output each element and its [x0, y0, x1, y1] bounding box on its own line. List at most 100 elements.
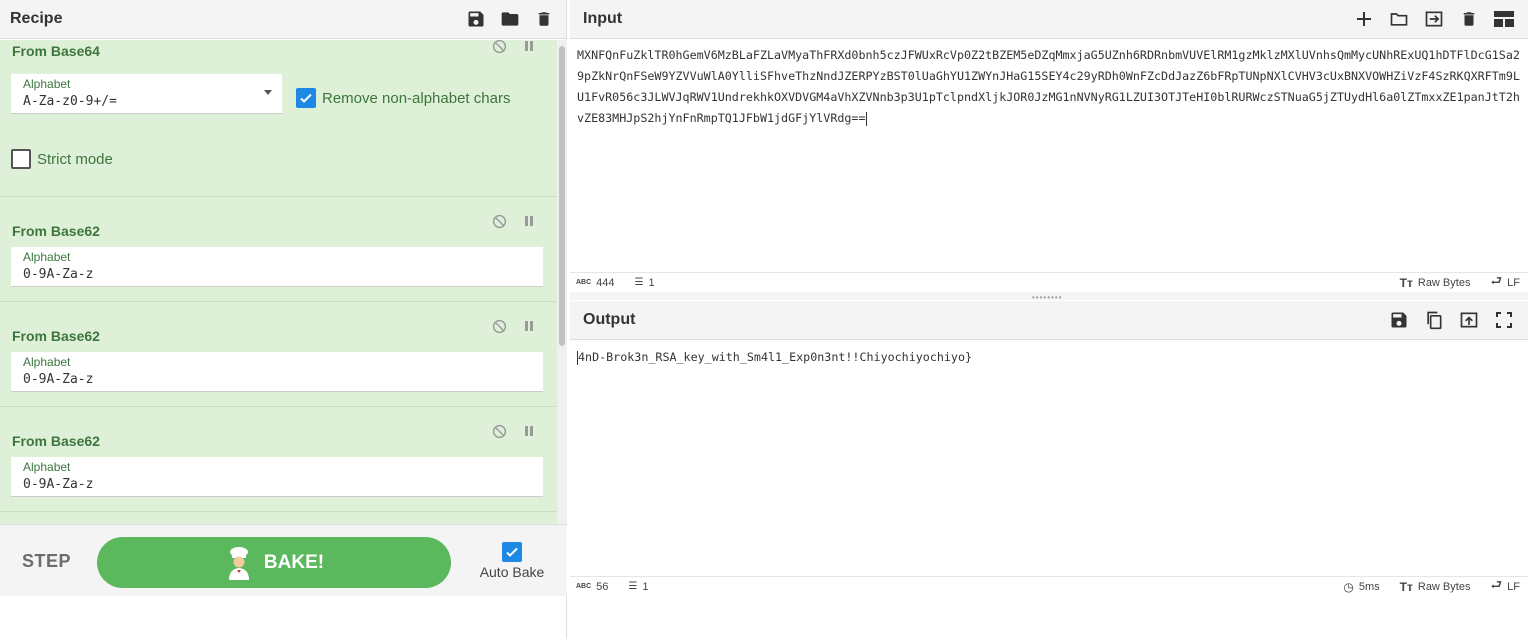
copy-icon[interactable] — [1422, 308, 1446, 332]
recipe-panel: Recipe From Base64 Alphabet A-Za-z0-9+/=… — [0, 0, 567, 639]
output-encoding-value: Raw Bytes — [1417, 580, 1471, 593]
input-textarea[interactable]: MXNFQnFuZklTR0hGemV6MzBLaFZLaVMyaThFRXd0… — [570, 40, 1528, 270]
trash-icon[interactable] — [1457, 7, 1481, 31]
text-format-icon: Tт — [1399, 579, 1413, 594]
pause-icon[interactable] — [521, 40, 537, 54]
folder-icon[interactable] — [498, 7, 522, 31]
pause-icon[interactable] — [521, 423, 537, 439]
input-lines-value: 1 — [648, 276, 655, 289]
autobake-checkbox[interactable]: Auto Bake — [474, 542, 550, 580]
output-encoding[interactable]: Tт Raw Bytes — [1400, 580, 1471, 594]
save-icon[interactable] — [464, 7, 488, 31]
cyberchef-app: Recipe From Base64 Alphabet A-Za-z0-9+/=… — [0, 0, 1528, 639]
alphabet-field[interactable]: Alphabet 0-9A-Za-z — [11, 247, 543, 287]
output-header: Output — [570, 301, 1528, 340]
alphabet-value: A-Za-z0-9+/= — [23, 94, 117, 109]
strict-mode-label: Strict mode — [37, 150, 113, 168]
output-text: 4nD-Brok3n_RSA_key_with_Sm4l1_Exp0n3nt!!… — [578, 350, 973, 364]
input-text: MXNFQnFuZklTR0hGemV6MzBLaFZLaVMyaThFRXd0… — [577, 48, 1520, 125]
disable-icon[interactable] — [491, 40, 507, 54]
remove-nonalpha-label: Remove non-alphabet chars — [322, 89, 511, 107]
alphabet-label: Alphabet — [23, 355, 71, 369]
return-arrow-icon: ⮐ — [1490, 272, 1503, 288]
layout-icon[interactable] — [1492, 7, 1516, 31]
pause-icon[interactable] — [521, 318, 537, 334]
op-title: From Base62 — [12, 328, 100, 344]
text-length-icon: ABC — [576, 583, 592, 590]
bake-label: BAKE! — [263, 551, 325, 573]
text-cursor — [865, 111, 867, 126]
scrollbar-thumb[interactable] — [559, 46, 565, 346]
alphabet-value: 0-9A-Za-z — [23, 372, 94, 387]
open-folder-icon[interactable] — [1387, 7, 1411, 31]
maximize-icon[interactable] — [1492, 308, 1516, 332]
output-lines: ☰ 1 — [628, 581, 648, 593]
output-textarea[interactable]: 4nD-Brok3n_RSA_key_with_Sm4l1_Exp0n3nt!!… — [570, 345, 1528, 575]
input-eol[interactable]: ⮐ LF — [1490, 272, 1520, 294]
recipe-scrollbar[interactable] — [557, 40, 567, 524]
checkbox-unchecked-icon[interactable] — [11, 149, 31, 169]
io-panel: Input MXNFQnFuZklTR0hGemV6MzBLaFZLaVMyaT… — [570, 0, 1528, 639]
output-length: ABC 56 — [576, 581, 608, 593]
lines-icon: ☰ — [634, 277, 644, 288]
input-lines: ☰ 1 — [635, 277, 655, 289]
return-arrow-icon: ⮐ — [1490, 576, 1503, 592]
alphabet-label: Alphabet — [23, 460, 71, 474]
output-lines-value: 1 — [642, 580, 649, 593]
input-length-value: 444 — [596, 276, 615, 289]
import-icon[interactable] — [1422, 7, 1446, 31]
input-header: Input — [570, 0, 1528, 39]
recipe-header: Recipe — [0, 0, 566, 39]
clock-icon: ◷ — [1343, 579, 1354, 594]
plus-icon[interactable] — [1352, 7, 1376, 31]
input-title: Input — [583, 10, 623, 27]
lines-icon: ☰ — [628, 581, 638, 592]
disable-icon[interactable] — [491, 423, 507, 439]
op-title: From Base62 — [12, 223, 100, 239]
alphabet-field[interactable]: Alphabet 0-9A-Za-z — [11, 457, 543, 497]
alphabet-label: Alphabet — [23, 77, 71, 91]
alphabet-value: 0-9A-Za-z — [23, 267, 94, 282]
text-length-icon: ABC — [576, 279, 592, 286]
bake-button[interactable]: BAKE! — [97, 537, 451, 588]
trash-icon[interactable] — [532, 7, 556, 31]
alphabet-label: Alphabet — [23, 250, 71, 264]
input-encoding-value: Raw Bytes — [1417, 276, 1471, 289]
alphabet-select[interactable]: Alphabet A-Za-z0-9+/= — [11, 74, 282, 114]
recipe-op-from-base62[interactable]: From Base62 Alphabet 0-9A-Za-z — [0, 407, 557, 512]
recipe-op-from-base62[interactable]: From Base62 Alphabet 0-9A-Za-z — [0, 302, 557, 407]
step-button[interactable]: STEP — [22, 551, 71, 572]
input-encoding[interactable]: Tт Raw Bytes — [1400, 276, 1471, 290]
alphabet-field[interactable]: Alphabet 0-9A-Za-z — [11, 352, 543, 392]
output-length-value: 56 — [596, 580, 609, 593]
output-header-icons — [1387, 308, 1516, 332]
disable-icon[interactable] — [491, 213, 507, 229]
recipe-op-from-base62[interactable]: From Base62 Alphabet 0-9A-Za-z — [0, 197, 557, 302]
save-icon[interactable] — [1387, 308, 1411, 332]
output-eol-value: LF — [1507, 580, 1520, 593]
output-status-bar: ABC 56 ☰ 1 ◷ 5ms Tт Raw Bytes ⮐ LF — [570, 576, 1528, 596]
remove-nonalpha-checkbox[interactable]: Remove non-alphabet chars — [296, 88, 510, 108]
alphabet-value: 0-9A-Za-z — [23, 477, 94, 492]
chevron-down-icon[interactable] — [264, 90, 272, 95]
pause-icon[interactable] — [521, 213, 537, 229]
autobake-label: Auto Bake — [479, 564, 545, 580]
checkbox-checked-icon[interactable] — [296, 88, 316, 108]
recipe-header-icons — [464, 7, 556, 31]
strict-mode-checkbox[interactable]: Strict mode — [11, 149, 113, 169]
output-title: Output — [583, 311, 636, 328]
bake-time: ◷ 5ms — [1343, 580, 1379, 594]
checkbox-checked-icon[interactable] — [502, 542, 522, 562]
replace-input-icon[interactable] — [1457, 308, 1481, 332]
disable-icon[interactable] — [491, 318, 507, 334]
recipe-op-from-base64[interactable]: From Base64 Alphabet A-Za-z0-9+/= Remove… — [0, 40, 557, 197]
recipe-operations-list: From Base64 Alphabet A-Za-z0-9+/= Remove… — [0, 40, 557, 524]
op-title: From Base62 — [12, 433, 100, 449]
output-eol[interactable]: ⮐ LF — [1490, 576, 1520, 598]
input-eol-value: LF — [1507, 276, 1520, 289]
io-divider[interactable]: •••••••• — [570, 292, 1528, 302]
text-format-icon: Tт — [1399, 275, 1413, 290]
op-title: From Base64 — [12, 43, 100, 59]
recipe-title: Recipe — [10, 10, 63, 27]
bake-time-value: 5ms — [1358, 580, 1380, 593]
